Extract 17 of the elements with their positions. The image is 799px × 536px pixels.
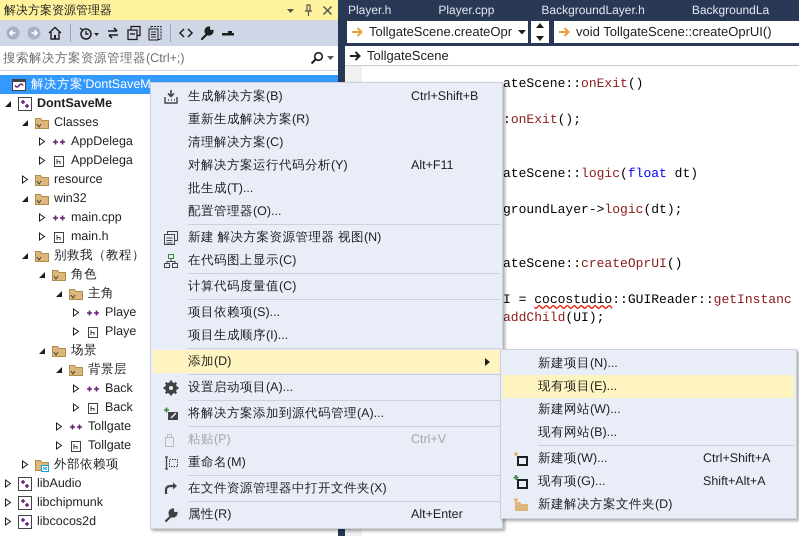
code-line: I = cocostudio::GUIReader::getInstanc [503, 292, 792, 307]
dropdown-value: TollgateScene.createOpr [369, 23, 512, 42]
scope-text: TollgateScene [367, 46, 449, 65]
code-line: :onExit(); [503, 112, 582, 127]
shortcut-text: Alt+Enter [411, 506, 463, 524]
code-line: ateScene::logic(float dt) [503, 166, 698, 181]
code-line: ateScene::createOprUI() [503, 256, 682, 271]
panel-title: 解决方案资源管理器 [4, 2, 113, 19]
code-line: groundLayer->logic(dt); [503, 202, 682, 217]
code-line: ateScene::onExit() [503, 76, 644, 91]
shortcut-text: Ctrl+Shift+B [411, 88, 478, 106]
shortcut-text: Alt+F11 [411, 157, 454, 174]
code-line: addChild(UI); [503, 310, 604, 325]
shortcut-text: Ctrl+V [411, 431, 446, 448]
dropdown-value: void TollgateScene::createOprUI() [576, 23, 772, 42]
shortcut-text: Ctrl+Shift+A [703, 450, 770, 468]
shortcut-text: Shift+Alt+A [703, 473, 766, 490]
